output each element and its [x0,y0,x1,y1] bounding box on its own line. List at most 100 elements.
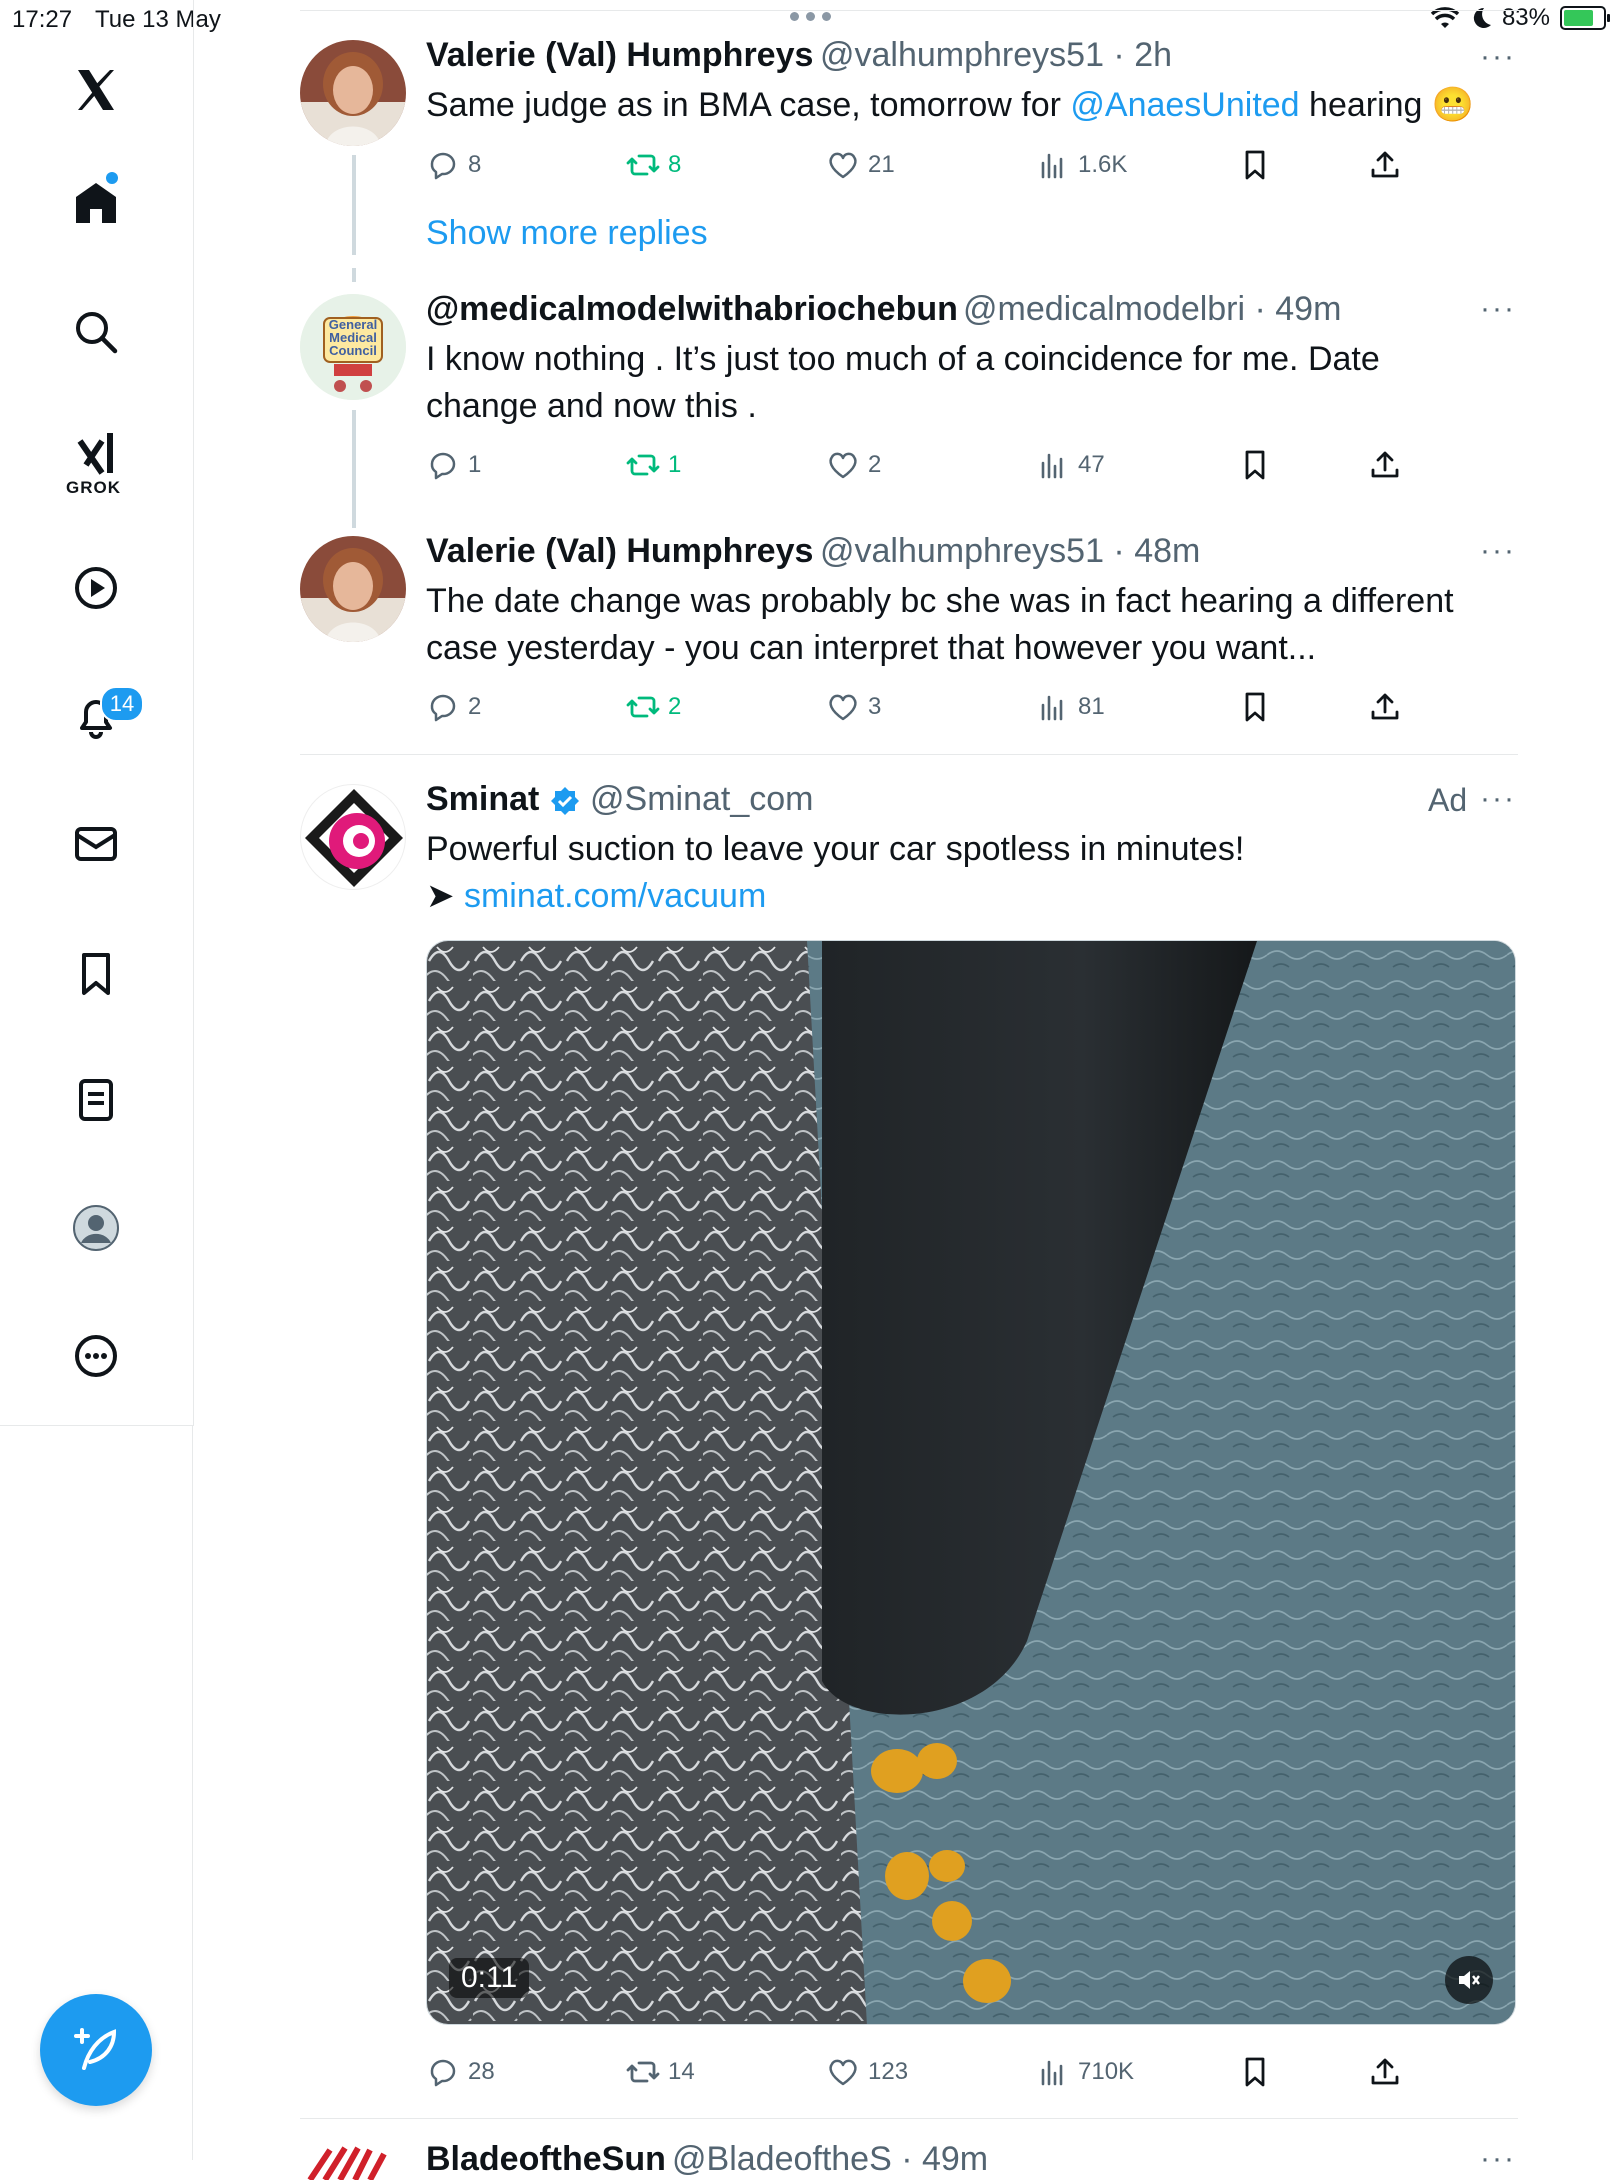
verified-badge-icon [551,787,579,815]
nav-video[interactable] [48,540,144,636]
play-circle-icon [75,567,117,609]
video-timer: 0:11 [449,1958,530,1998]
author-handle[interactable]: @valhumphreys51 · 48m [820,532,1200,571]
more-options-icon[interactable]: ··· [1480,782,1516,816]
views-chart-icon [1041,695,1063,721]
retweet-icon [626,2061,660,2083]
nav-lists[interactable] [48,1052,144,1148]
author-handle[interactable]: @Sminat_com [590,780,813,819]
bookmark-button[interactable] [1238,448,1272,482]
more-options-icon[interactable]: ··· [1480,292,1516,326]
share-icon [1371,693,1399,720]
avatar[interactable] [300,536,406,642]
reply-button[interactable]: 2 [426,690,481,724]
grok-icon [77,433,113,475]
author-name[interactable]: Valerie (Val) Humphreys [426,36,813,75]
views-button[interactable]: 81 [1036,690,1105,724]
home-unread-dot [106,172,118,184]
arrow-icon: ➤ [426,877,455,915]
reply-icon [430,2059,456,2087]
avatar[interactable] [300,2140,406,2180]
battery-percent: 83% [1501,4,1550,31]
show-more-replies-link[interactable]: Show more replies [426,214,708,253]
mention-link[interactable]: @AnaesUnited [1070,86,1299,124]
compose-feather-icon [74,2028,117,2070]
ad-link[interactable]: sminat.com/vacuum [464,877,766,915]
list-icon [79,1079,113,1121]
ad-link-row: ➤ sminat.com/vacuum [426,873,1516,920]
ad-label: Ad [1428,782,1468,818]
nav-messages[interactable] [48,796,144,892]
nav-search[interactable] [48,284,144,380]
views-chart-icon [1041,453,1063,479]
reply-button[interactable]: 28 [426,2055,495,2089]
share-icon [1371,2058,1399,2085]
bookmark-button[interactable] [1238,690,1272,724]
avatar[interactable]: General Medical Council [300,294,406,400]
nav-profile[interactable] [48,1180,144,1276]
video-frame [427,941,1515,2024]
x-logo-icon[interactable] [48,42,144,138]
author-name[interactable]: @medicalmodelwithabriochebun [426,290,958,329]
nav-bookmarks[interactable] [48,926,144,1022]
reply-icon [430,452,456,480]
views-chart-icon [1041,153,1063,179]
share-button[interactable] [1368,448,1402,482]
more-circle-icon [75,1335,117,1377]
share-button[interactable] [1368,2055,1402,2089]
reply-button[interactable]: 1 [426,448,481,482]
author-handle[interactable]: @valhumphreys51 · 2h [820,36,1172,75]
author-name[interactable]: Valerie (Val) Humphreys [426,532,813,571]
like-button[interactable]: 3 [826,690,881,724]
mute-button[interactable] [1445,1956,1493,2004]
retweet-button[interactable]: 2 [626,690,681,724]
tweet-actions: 2 2 3 81 [426,690,1526,730]
more-options-icon[interactable]: ··· [1480,2142,1516,2176]
retweet-icon [626,154,660,176]
profile-avatar-icon [73,1205,119,1251]
nav-more[interactable] [48,1308,144,1404]
author-handle[interactable]: @medicalmodelbri · 49m [963,290,1341,329]
sminat-logo-avatar[interactable] [300,784,406,890]
home-icon [76,183,116,223]
heart-icon [829,694,857,721]
retweet-button[interactable]: 1 [626,448,681,482]
bookmark-button[interactable] [1238,2055,1272,2089]
heart-icon [829,152,857,179]
retweet-button[interactable]: 8 [626,148,681,182]
ad-text: Powerful suction to leave your car spotl… [426,830,1245,868]
tweet-text: The date change was probably bc she was … [426,582,1454,667]
like-button[interactable]: 123 [826,2055,908,2089]
tweet-actions: 28 14 123 710K [426,2055,1526,2095]
retweet-button[interactable]: 14 [626,2055,695,2089]
reply-button[interactable]: 8 [426,148,481,182]
share-button[interactable] [1368,690,1402,724]
avatar[interactable] [300,40,406,146]
more-options-icon[interactable]: ··· [1480,40,1516,74]
mail-icon [75,827,117,861]
status-bar: 17:27 Tue 13 May 83% [0,0,1620,40]
views-button[interactable]: 1.6K [1036,148,1127,182]
more-options-icon[interactable]: ··· [1480,534,1516,568]
share-icon [1371,451,1399,478]
like-button[interactable]: 21 [826,148,895,182]
like-button[interactable]: 2 [826,448,881,482]
bookmark-button[interactable] [1238,148,1272,182]
views-button[interactable]: 710K [1036,2055,1134,2089]
nav-home[interactable] [48,155,144,251]
views-button[interactable]: 47 [1036,448,1105,482]
tweet-text: I know nothing . It’s just too much of a… [426,340,1380,425]
multitasking-handle[interactable] [790,12,831,21]
views-chart-icon [1041,2060,1063,2086]
retweet-icon [626,454,660,476]
grok-label: GROK [66,478,121,497]
bookmark-icon [1245,692,1265,722]
compose-post-button[interactable] [40,1994,152,2106]
bookmark-icon [1245,150,1265,180]
ad-video[interactable]: 0:11 [426,940,1516,2025]
tweet-actions: 8 8 21 1.6K [426,148,1526,188]
author-name[interactable]: Sminat [426,780,539,819]
battery-icon [1560,6,1610,30]
bookmark-icon [1245,450,1265,480]
share-button[interactable] [1368,148,1402,182]
